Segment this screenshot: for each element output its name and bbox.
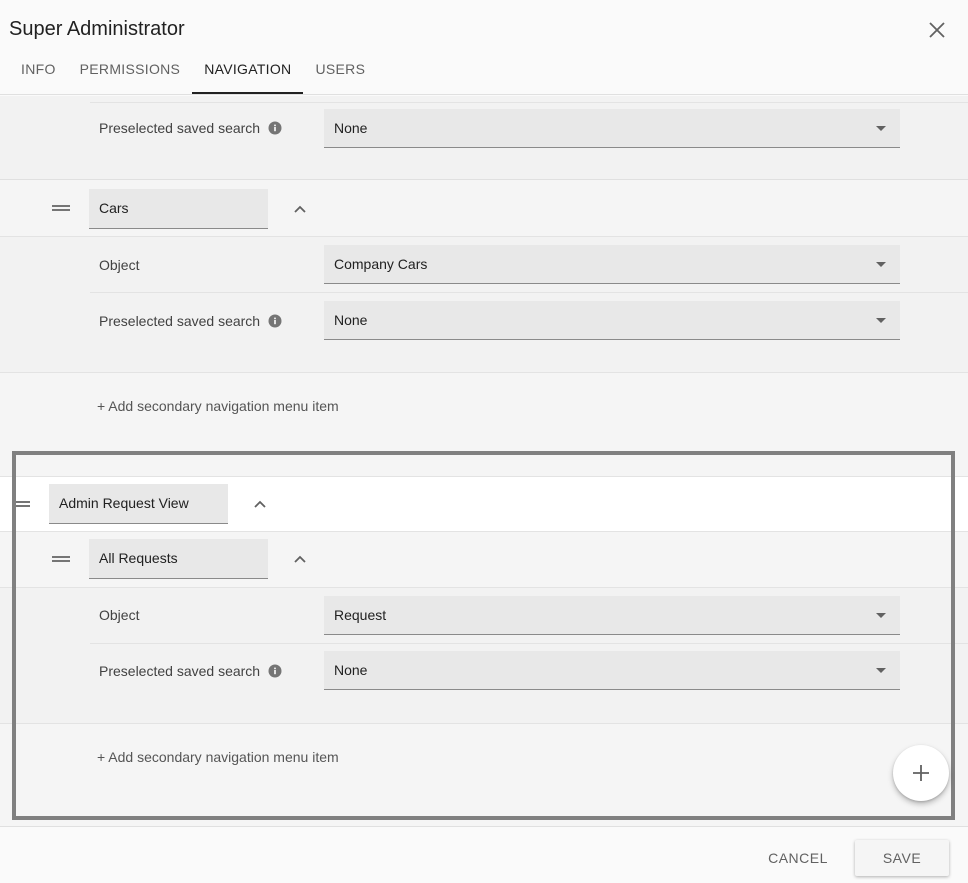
- object-label: Object: [99, 257, 140, 273]
- object-select[interactable]: Request: [324, 596, 900, 635]
- preselected-search-label: Preselected saved search: [99, 313, 282, 329]
- dialog-title: Super Administrator: [9, 18, 185, 40]
- object-select[interactable]: Company Cars: [324, 245, 900, 284]
- divider: [90, 292, 968, 293]
- dropdown-arrow-icon: [876, 613, 886, 618]
- preselected-search-label: Preselected saved search: [99, 663, 282, 679]
- child-item-name-value: All Requests: [99, 550, 178, 566]
- menu-item-name-input[interactable]: Cars: [89, 189, 268, 229]
- previous-item-section: Preselected saved search None: [0, 96, 968, 180]
- dropdown-arrow-icon: [876, 126, 886, 131]
- info-icon[interactable]: [268, 314, 282, 328]
- tab-bar: INFO PERMISSIONS NAVIGATION USERS: [9, 52, 377, 95]
- preselected-search-label-text: Preselected saved search: [99, 313, 261, 329]
- requests-details: Object Request Preselected saved search …: [0, 588, 968, 723]
- divider: [0, 723, 968, 724]
- cars-details: Object Company Cars Preselected saved se…: [0, 237, 968, 372]
- dropdown-arrow-icon: [876, 262, 886, 267]
- admin-item-header: Admin Request View: [0, 477, 968, 531]
- add-secondary-item-link[interactable]: + Add secondary navigation menu item: [97, 749, 339, 765]
- chevron-up-icon[interactable]: [290, 549, 310, 569]
- chevron-up-icon[interactable]: [290, 199, 310, 219]
- preselected-search-select[interactable]: None: [324, 301, 900, 340]
- divider: [90, 102, 968, 103]
- dropdown-arrow-icon: [876, 318, 886, 323]
- tab-permissions[interactable]: PERMISSIONS: [68, 52, 193, 94]
- divider: [0, 531, 968, 532]
- divider: [90, 643, 968, 644]
- preselected-search-value: None: [334, 120, 368, 136]
- menu-item-name-value: Cars: [99, 200, 129, 216]
- tab-navigation[interactable]: NAVIGATION: [192, 52, 304, 94]
- object-label: Object: [99, 607, 140, 623]
- plus-icon: [913, 765, 929, 781]
- drag-handle-icon[interactable]: [52, 205, 70, 211]
- preselected-search-label-text: Preselected saved search: [99, 120, 261, 136]
- menu-item-name-input[interactable]: Admin Request View: [49, 484, 228, 524]
- preselected-search-value: None: [334, 312, 368, 328]
- dialog-header: Super Administrator INFO PERMISSIONS NAV…: [0, 0, 968, 95]
- preselected-search-value: None: [334, 662, 368, 678]
- object-value: Company Cars: [334, 256, 428, 272]
- object-value: Request: [334, 607, 387, 623]
- preselected-search-select[interactable]: None: [324, 109, 900, 148]
- tab-info[interactable]: INFO: [9, 52, 68, 94]
- cancel-button[interactable]: CANCEL: [758, 840, 838, 876]
- drag-handle-icon[interactable]: [52, 556, 70, 562]
- add-secondary-item-link[interactable]: + Add secondary navigation menu item: [97, 398, 339, 414]
- dropdown-arrow-icon: [876, 668, 886, 673]
- save-button[interactable]: SAVE: [855, 840, 949, 876]
- child-item-name-input[interactable]: All Requests: [89, 539, 268, 579]
- tab-users[interactable]: USERS: [303, 52, 377, 94]
- dialog-footer: CANCEL SAVE: [0, 826, 968, 883]
- drag-handle-icon[interactable]: [12, 501, 30, 507]
- preselected-search-select[interactable]: None: [324, 651, 900, 690]
- preselected-search-label-text: Preselected saved search: [99, 663, 261, 679]
- preselected-search-label: Preselected saved search: [99, 120, 282, 136]
- add-menu-item-button[interactable]: [893, 745, 949, 801]
- close-icon[interactable]: [924, 17, 950, 43]
- info-icon[interactable]: [268, 121, 282, 135]
- chevron-up-icon[interactable]: [250, 494, 270, 514]
- info-icon[interactable]: [268, 664, 282, 678]
- menu-item-name-value: Admin Request View: [59, 495, 189, 511]
- divider: [0, 372, 968, 373]
- navigation-content[interactable]: Preselected saved search None Cars Objec…: [0, 96, 968, 826]
